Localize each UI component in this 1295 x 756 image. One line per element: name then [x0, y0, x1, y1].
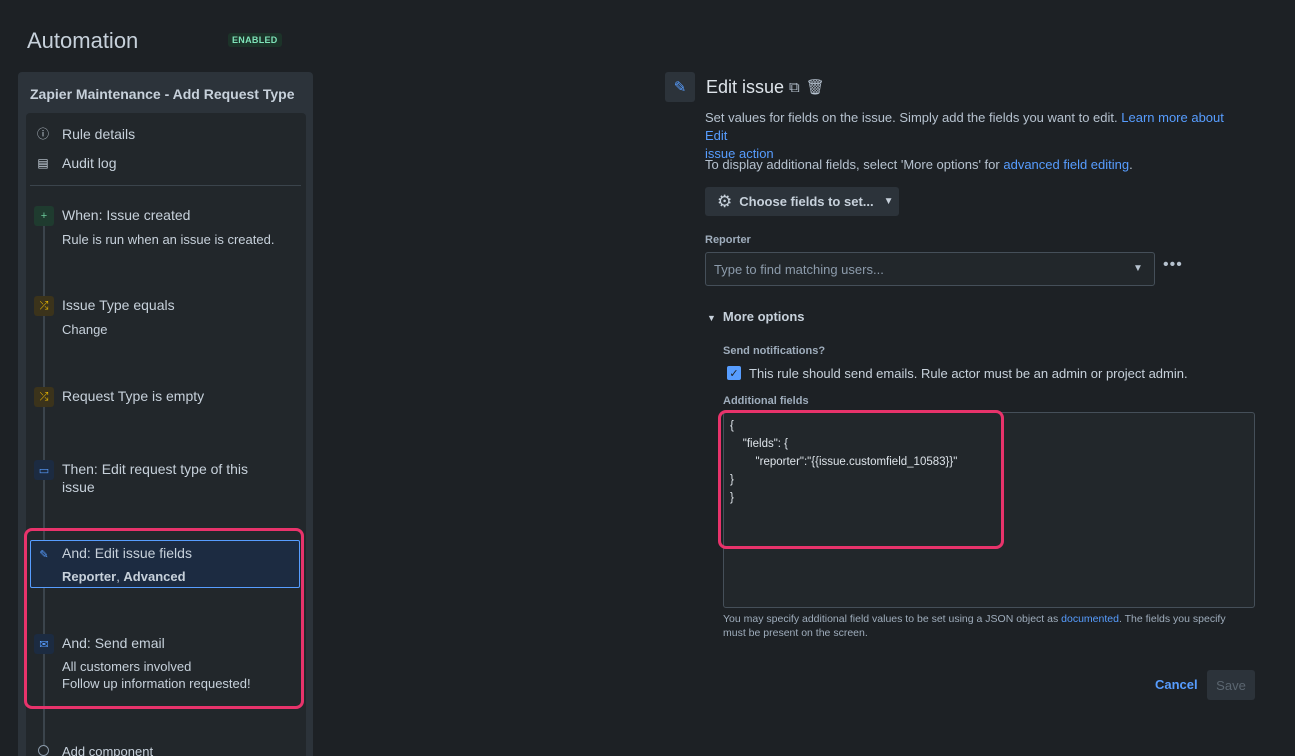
choose-fields-button[interactable]: ⚙ Choose fields to set... ▼ [705, 187, 899, 216]
rule-name: Zapier Maintenance - Add Request Type [30, 86, 295, 102]
gear-icon: ⚙ [717, 191, 733, 211]
page-title: Automation [27, 28, 139, 53]
additional-fields-label: Additional fields [723, 395, 809, 407]
desc-text: Set values for fields on the issue. Simp… [705, 110, 1118, 125]
highlight-annotation [718, 410, 1004, 549]
audit-log-link[interactable]: ▤ Audit log [36, 155, 116, 171]
more-icon[interactable]: ••• [1163, 256, 1183, 274]
status-badge: ENABLED [228, 33, 282, 47]
display-fields-text: To display additional fields, select 'Mo… [705, 156, 1245, 174]
shuffle-icon: ⤮ [34, 387, 54, 407]
document-icon: ▤ [37, 156, 49, 170]
add-component-dot [38, 745, 49, 756]
documented-link[interactable]: documented [1061, 613, 1119, 625]
chevron-down-icon[interactable]: ▼ [1133, 263, 1143, 274]
save-button[interactable]: Save [1207, 670, 1255, 700]
reporter-label: Reporter [705, 234, 751, 246]
copy-icon[interactable]: ⧉ [789, 79, 800, 96]
help-text-c: must be present on the screen. [723, 627, 868, 639]
help-text: You may specify additional field values … [723, 612, 1243, 640]
info-icon: ⓘ [36, 127, 49, 141]
choose-fields-label: Choose fields to set... [739, 194, 874, 209]
audit-log-label: Audit log [62, 155, 117, 171]
help-text-a: You may specify additional field values … [723, 613, 1059, 625]
more-options-label: More options [722, 309, 805, 324]
help-text-b: . The fields you specify [1118, 613, 1226, 625]
plus-icon: + [34, 206, 54, 226]
period: . [1129, 157, 1133, 172]
divider [30, 185, 301, 186]
chevron-down-icon: ▼ [883, 196, 894, 207]
trash-icon[interactable]: 🗑 [806, 79, 825, 96]
more-options-toggle[interactable]: ▼ More options [707, 309, 805, 324]
step-title: Then: Edit request type of this [62, 461, 248, 477]
title-actions: ⧉ 🗑 [789, 78, 831, 96]
highlight-annotation [24, 528, 304, 709]
step-title: Request Type is empty [62, 388, 205, 404]
editor-description: Set values for fields on the issue. Simp… [705, 109, 1245, 163]
send-email-checkbox[interactable]: ✓ [727, 366, 741, 380]
advanced-field-editing-link[interactable]: advanced field editing [1003, 157, 1129, 172]
reporter-input[interactable]: Type to find matching users... [705, 252, 1155, 286]
display-text: To display additional fields, select 'Mo… [705, 157, 1000, 172]
send-notifications-label: Send notifications? [723, 345, 826, 357]
add-component-button[interactable]: Add component [62, 744, 153, 756]
send-email-checkbox-label: This rule should send emails. Rule actor… [749, 366, 1188, 381]
shuffle-icon: ⤮ [34, 296, 54, 316]
step-title-cont: issue [62, 479, 95, 495]
step-title: Issue Type equals [62, 297, 175, 313]
rule-details-link[interactable]: ⓘ Rule details [36, 125, 135, 142]
cancel-button[interactable]: Cancel [1155, 677, 1198, 692]
step-desc: Change [62, 322, 108, 337]
chevron-down-icon: ▼ [707, 313, 716, 323]
step-title: When: Issue created [62, 207, 191, 223]
step-desc: Rule is run when an issue is created. [62, 232, 275, 247]
editor-title: Edit issue [706, 77, 785, 97]
request-icon: ▭ [34, 460, 54, 480]
rule-details-label: Rule details [62, 125, 136, 142]
pencil-icon: ✎ [665, 72, 695, 102]
